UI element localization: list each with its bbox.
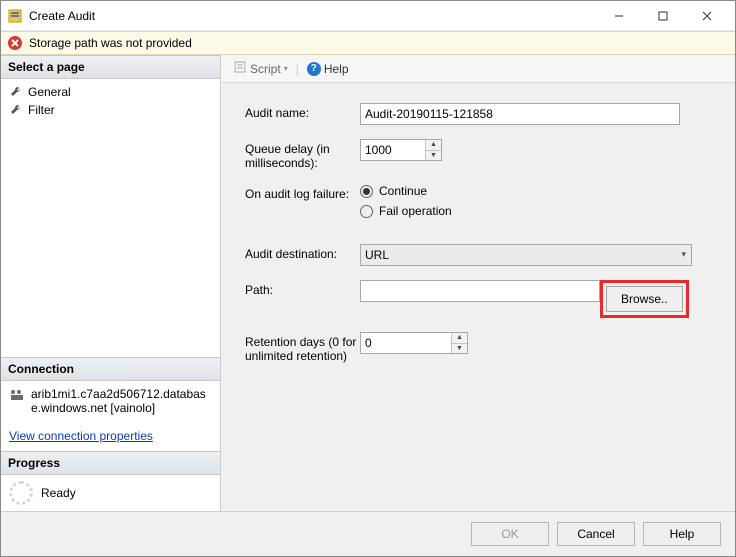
script-dropdown[interactable]: Script ▾ xyxy=(229,58,292,79)
titlebar: Create Audit xyxy=(1,1,735,31)
connection-text: arib1mi1.c7aa2d506712.database.windows.n… xyxy=(31,387,212,415)
progress-spinner-icon xyxy=(9,481,33,505)
wrench-icon xyxy=(9,103,23,117)
audit-name-label: Audit name: xyxy=(245,103,360,120)
create-audit-window: Create Audit Storage path was not provid… xyxy=(0,0,736,557)
browse-button[interactable]: Browse.. xyxy=(606,286,683,312)
toolbar: Script ▾ | ? Help xyxy=(221,55,735,83)
server-icon xyxy=(9,387,25,403)
view-connection-properties-link[interactable]: View connection properties xyxy=(1,421,220,451)
on-failure-label: On audit log failure: xyxy=(245,184,360,201)
minimize-button[interactable] xyxy=(597,2,641,30)
radio-label: Fail operation xyxy=(379,204,452,218)
progress-status: Ready xyxy=(41,486,76,500)
cancel-button[interactable]: Cancel xyxy=(557,522,635,546)
chevron-down-icon: ▾ xyxy=(284,64,288,73)
radio-fail-operation[interactable]: Fail operation xyxy=(360,204,452,218)
error-icon xyxy=(7,35,23,51)
retention-stepper[interactable]: ▲ ▼ xyxy=(360,332,468,354)
retention-label: Retention days (0 for unlimited retentio… xyxy=(245,332,360,363)
page-item-label: Filter xyxy=(28,103,55,117)
path-label: Path: xyxy=(245,280,360,297)
radio-icon xyxy=(360,205,373,218)
radio-continue[interactable]: Continue xyxy=(360,184,452,198)
queue-delay-value[interactable] xyxy=(361,140,425,160)
queue-delay-label: Queue delay (in milliseconds): xyxy=(245,139,360,170)
wrench-icon xyxy=(9,85,23,99)
progress-header: Progress xyxy=(1,451,220,475)
stepper-up-icon[interactable]: ▲ xyxy=(426,140,441,151)
left-panel: Select a page General Filter Connection xyxy=(1,55,221,511)
browse-highlight: Browse.. xyxy=(600,280,689,318)
audit-name-input[interactable] xyxy=(360,103,680,125)
stepper-down-icon[interactable]: ▼ xyxy=(426,151,441,161)
help-button[interactable]: Help xyxy=(643,522,721,546)
help-button[interactable]: ? Help xyxy=(303,60,353,78)
right-panel: Script ▾ | ? Help Audit name: Queue d xyxy=(221,55,735,511)
ok-button[interactable]: OK xyxy=(471,522,549,546)
page-item-general[interactable]: General xyxy=(1,83,220,101)
page-item-label: General xyxy=(28,85,71,99)
help-label: Help xyxy=(324,62,349,76)
stepper-up-icon[interactable]: ▲ xyxy=(452,333,467,344)
connection-header: Connection xyxy=(1,357,220,381)
help-icon: ? xyxy=(307,62,321,76)
radio-label: Continue xyxy=(379,184,427,198)
audit-destination-select[interactable]: URL xyxy=(360,244,692,266)
app-icon xyxy=(7,8,23,24)
select-page-header: Select a page xyxy=(1,55,220,79)
retention-value[interactable] xyxy=(361,333,451,353)
radio-icon xyxy=(360,185,373,198)
close-button[interactable] xyxy=(685,2,729,30)
destination-label: Audit destination: xyxy=(245,244,360,261)
script-label: Script xyxy=(250,62,281,76)
path-input[interactable] xyxy=(360,280,600,302)
maximize-button[interactable] xyxy=(641,2,685,30)
queue-delay-stepper[interactable]: ▲ ▼ xyxy=(360,139,442,161)
script-icon xyxy=(233,60,247,77)
dialog-footer: OK Cancel Help xyxy=(1,511,735,556)
error-message: Storage path was not provided xyxy=(29,36,192,50)
error-bar: Storage path was not provided xyxy=(1,31,735,55)
page-item-filter[interactable]: Filter xyxy=(1,101,220,119)
stepper-down-icon[interactable]: ▼ xyxy=(452,344,467,354)
window-title: Create Audit xyxy=(29,9,597,23)
